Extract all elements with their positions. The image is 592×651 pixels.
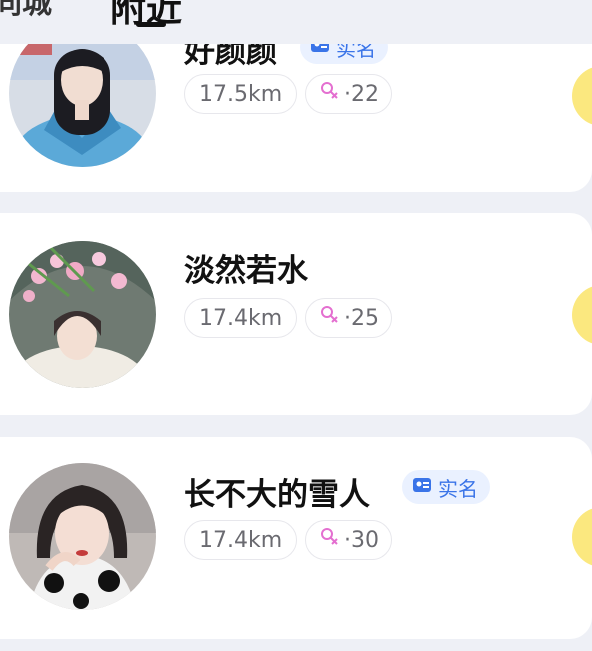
age-separator: ·	[344, 305, 351, 331]
distance-text: 17.4km	[199, 527, 283, 553]
action-button[interactable]	[572, 285, 592, 345]
age-text: 22	[351, 81, 379, 107]
avatar-image	[9, 241, 156, 388]
distance-pill: 17.5km	[184, 74, 298, 114]
top-tab-bar: 同城 附近	[0, 0, 592, 44]
gender-age-pill: · 25	[305, 298, 392, 338]
gender-age-pill: · 30	[305, 520, 392, 560]
female-icon	[318, 80, 340, 108]
active-tab-indicator	[136, 22, 166, 27]
user-card[interactable]: 淡然若水 17.4km · 25	[0, 213, 592, 415]
verified-badge: 实名	[402, 470, 490, 504]
verified-label: 实名	[438, 476, 478, 501]
distance-text: 17.4km	[199, 305, 283, 331]
user-card[interactable]: 长不大的雪人 实名 17.4km · 30	[0, 437, 592, 639]
gender-age-pill: · 22	[305, 74, 392, 114]
distance-pill: 17.4km	[184, 520, 298, 560]
age-separator: ·	[344, 527, 351, 553]
distance-pill: 17.4km	[184, 298, 298, 338]
female-icon	[318, 526, 340, 554]
age-text: 25	[351, 305, 379, 331]
tab-fujin[interactable]: 附近	[110, 0, 182, 32]
distance-text: 17.5km	[199, 81, 283, 107]
id-card-icon	[412, 475, 432, 500]
action-button[interactable]	[572, 507, 592, 567]
avatar[interactable]	[9, 463, 156, 610]
tab-tongcheng[interactable]: 同城	[0, 0, 52, 22]
female-icon	[318, 304, 340, 332]
age-text: 30	[351, 527, 379, 553]
user-name: 淡然若水	[184, 253, 308, 289]
avatar-image	[9, 463, 156, 610]
user-name: 长不大的雪人	[184, 477, 370, 513]
avatar[interactable]	[9, 241, 156, 388]
age-separator: ·	[344, 81, 351, 107]
action-button[interactable]	[572, 66, 592, 126]
